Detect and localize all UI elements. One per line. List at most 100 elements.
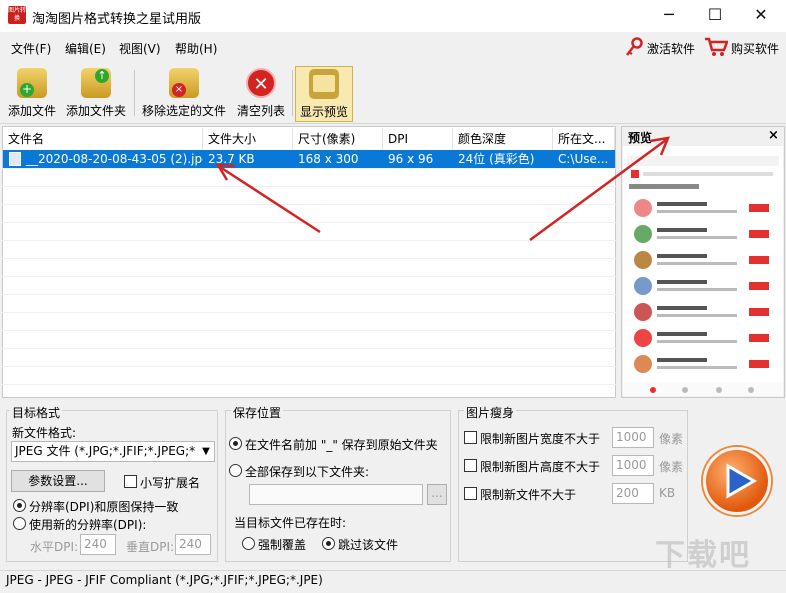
overwrite-label: 强制覆盖 (258, 538, 307, 552)
preview-icon (309, 69, 339, 99)
cell-location: C:\Use... (558, 152, 609, 166)
preview-title: 预览 (628, 131, 653, 145)
cell-dimensions: 168 x 300 (298, 152, 359, 166)
column-header-size[interactable]: 文件大小 (203, 128, 293, 150)
grid-line (2, 366, 616, 367)
convert-button[interactable] (703, 447, 771, 515)
menu-file[interactable]: 文件(F) (11, 40, 51, 57)
key-icon[interactable] (625, 37, 643, 57)
remove-selected-label: 移除选定的文件 (141, 104, 226, 118)
grid-line (2, 348, 616, 349)
limit-size-checkbox[interactable] (464, 487, 477, 500)
keep-dpi-label: 分辨率(DPI)和原图保持一致 (29, 500, 179, 514)
settings-button[interactable]: 参数设置... (11, 470, 105, 492)
chevron-down-icon[interactable]: ▼ (199, 443, 213, 460)
menu-edit[interactable]: 编辑(E) (65, 40, 106, 57)
menu-help[interactable]: 帮助(H) (175, 40, 217, 57)
skip-radio[interactable] (322, 537, 335, 550)
column-header-location[interactable]: 所在文... (553, 128, 615, 150)
all-to-folder-label: 全部保存到以下文件夹: (245, 465, 370, 479)
cell-dpi: 96 x 96 (388, 152, 434, 166)
size-input[interactable]: 200 (612, 483, 654, 504)
prefix-radio[interactable] (229, 437, 242, 450)
new-dpi-radio[interactable] (13, 517, 26, 530)
play-icon (726, 463, 758, 499)
h-dpi-input[interactable]: 240 (80, 534, 116, 555)
save-location-title: 保存位置 (231, 404, 284, 421)
grid-line (2, 168, 616, 169)
add-file-label: 添加文件 (7, 104, 56, 118)
grid-line (2, 186, 616, 187)
grid-line (2, 222, 616, 223)
browse-button[interactable]: ... (427, 484, 447, 505)
height-unit: 像素 (659, 460, 684, 474)
window-title: 淘淘图片格式转换之星试用版 (32, 12, 202, 27)
limit-height-label: 限制新图片高度不大于 (480, 460, 601, 474)
cell-color-depth: 24位 (真彩色) (458, 152, 535, 166)
width-unit: 像素 (659, 432, 684, 446)
new-dpi-label: 使用新的分辨率(DPI): (29, 518, 147, 532)
buy-software-link[interactable]: 购买软件 (731, 40, 779, 57)
overwrite-radio[interactable] (242, 537, 255, 550)
cart-icon[interactable] (704, 36, 729, 58)
grid-line (2, 204, 616, 205)
clear-icon: ✕ (246, 68, 276, 98)
column-header-color-depth[interactable]: 颜色深度 (453, 128, 553, 150)
column-header-dpi[interactable]: DPI (383, 128, 453, 150)
format-select[interactable]: JPEG 文件 (*.JPG;*.JFIF;*.JPEG;* (11, 441, 215, 462)
limit-width-checkbox[interactable] (464, 431, 477, 444)
grid-line (2, 240, 616, 241)
all-to-folder-radio[interactable] (229, 464, 242, 477)
width-input[interactable]: 1000 (612, 427, 654, 448)
exists-label: 当目标文件已存在时: (234, 516, 347, 530)
clear-list-button[interactable]: ✕ 清空列表 (233, 66, 289, 122)
remove-selected-button[interactable]: × 移除选定的文件 (139, 66, 229, 122)
add-file-button[interactable]: + 添加文件 (4, 66, 60, 122)
preview-image (623, 146, 783, 396)
preview-close-button[interactable]: × (768, 128, 779, 143)
new-format-label: 新文件格式: (12, 426, 77, 440)
add-folder-label: 添加文件夹 (65, 104, 126, 118)
app-icon: 图片转换 (8, 6, 27, 24)
add-folder-button[interactable]: ↑ 添加文件夹 (63, 66, 129, 122)
size-unit: KB (659, 486, 676, 500)
cell-file-size: 23.7 KB (208, 152, 255, 166)
grid-line (2, 330, 616, 331)
toolbar-separator (134, 70, 135, 116)
column-header-dimensions[interactable]: 尺寸(像素) (293, 128, 383, 150)
grid-line (2, 294, 616, 295)
remove-file-icon: × (169, 68, 199, 98)
column-header-name[interactable]: 文件名 (3, 128, 203, 150)
keep-dpi-radio[interactable] (13, 499, 26, 512)
grid-line (2, 312, 616, 313)
lowercase-ext-label: 小写扩展名 (140, 476, 201, 490)
limit-width-label: 限制新图片宽度不大于 (480, 432, 601, 446)
close-button[interactable]: ✕ (738, 0, 784, 32)
cell-file-name: __2020-08-20-08-43-05 (2).jpg (26, 152, 203, 166)
v-dpi-input[interactable]: 240 (175, 534, 211, 555)
menu-view[interactable]: 视图(V) (119, 40, 161, 57)
maximize-button[interactable]: ☐ (692, 0, 738, 32)
show-preview-label: 显示预览 (299, 105, 348, 119)
limit-height-checkbox[interactable] (464, 459, 477, 472)
folder-path-input[interactable] (249, 484, 423, 505)
toolbar-separator (292, 70, 293, 116)
limit-size-label: 限制新文件不大于 (480, 488, 577, 502)
minimize-button[interactable]: ─ (646, 0, 692, 32)
skip-label: 跳过该文件 (338, 538, 399, 552)
prefix-label: 在文件名前加 "_" 保存到原始文件夹 (245, 438, 438, 452)
height-input[interactable]: 1000 (612, 455, 654, 476)
add-folder-icon: ↑ (81, 68, 111, 98)
activate-software-link[interactable]: 激活软件 (647, 40, 695, 57)
clear-list-label: 清空列表 (236, 104, 285, 118)
image-slim-title: 图片瘦身 (464, 404, 517, 421)
target-format-title: 目标格式 (10, 404, 63, 421)
image-file-icon (9, 152, 21, 166)
grid-line (2, 384, 616, 385)
grid-line (2, 258, 616, 259)
show-preview-button[interactable]: 显示预览 (295, 66, 353, 122)
grid-line (2, 276, 616, 277)
watermark: 下载吧 (655, 538, 751, 573)
h-dpi-label: 水平DPI: (30, 540, 79, 554)
lowercase-ext-checkbox[interactable] (124, 475, 137, 488)
